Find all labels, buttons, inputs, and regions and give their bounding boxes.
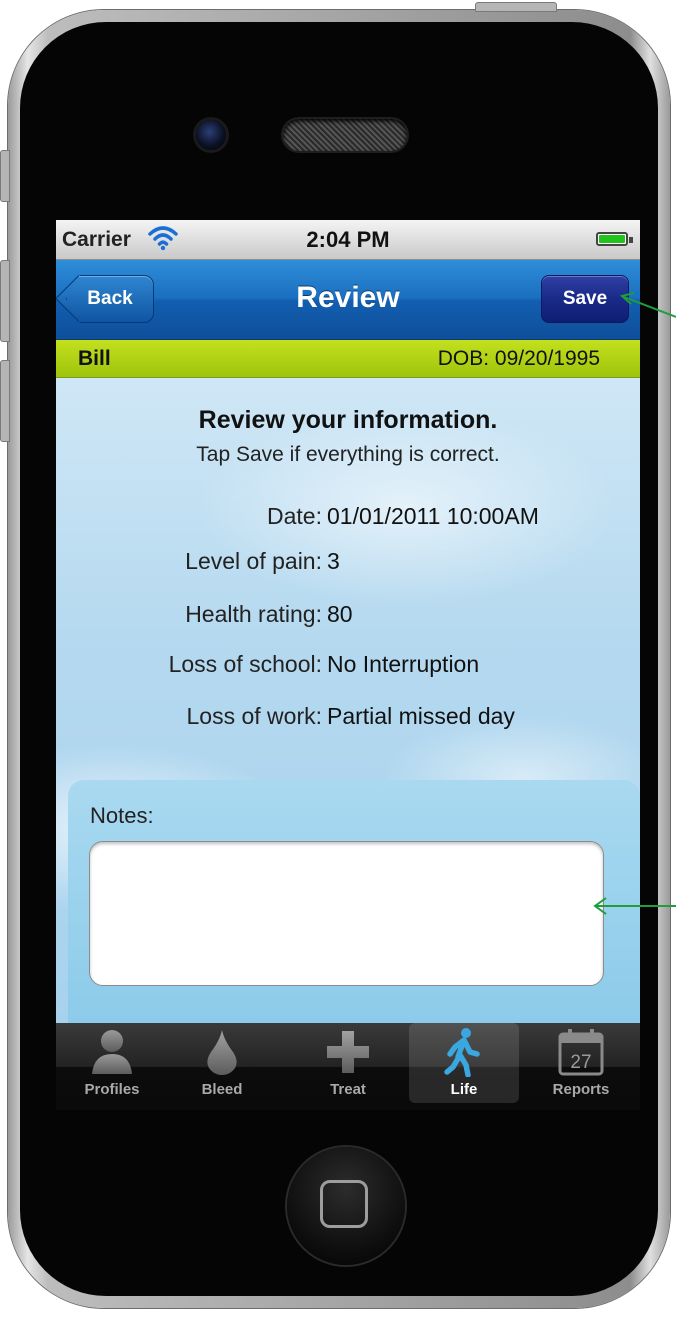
front-camera: [196, 120, 226, 150]
home-button[interactable]: [287, 1147, 405, 1265]
profile-name: Bill: [78, 347, 111, 370]
silent-switch: [0, 150, 10, 202]
field-row-health-rating: Health rating: 80: [56, 601, 640, 631]
field-value: 3: [327, 548, 340, 574]
app-screen: Carrier 2:04 PM Back Review Save Bill DO…: [56, 220, 640, 1110]
notes-panel: Notes:: [68, 780, 640, 1023]
tab-reports[interactable]: 27 Reports: [526, 1023, 636, 1103]
home-button-icon: [320, 1180, 368, 1228]
field-value: 01/01/2011 10:00AM: [327, 503, 539, 529]
field-row-date: Date: 01/01/2011 10:00AM: [56, 503, 640, 533]
volume-up-button: [0, 260, 10, 342]
calendar-day-number: 27: [570, 1052, 591, 1073]
tab-label: Life: [450, 1081, 478, 1098]
annotation-arrow-save: [619, 292, 676, 318]
tab-life[interactable]: Life: [409, 1023, 519, 1103]
field-row-loss-of-school: Loss of school: No Interruption: [56, 651, 640, 681]
field-value: 80: [327, 601, 353, 627]
field-label: Loss of work:: [186, 703, 323, 729]
review-content: Review your information. Tap Save if eve…: [56, 378, 640, 1023]
sleep-button: [475, 2, 557, 12]
navigation-bar: Back Review Save: [56, 260, 640, 340]
tab-label: Treat: [330, 1081, 366, 1098]
battery-tip: [629, 237, 633, 243]
tab-label: Reports: [552, 1081, 610, 1098]
earpiece-speaker: [283, 119, 407, 151]
calendar-icon: 27: [526, 1027, 636, 1077]
walking-person-icon: [409, 1027, 519, 1077]
tab-profiles[interactable]: Profiles: [57, 1023, 167, 1103]
save-button[interactable]: Save: [541, 275, 629, 323]
field-value: No Interruption: [327, 651, 480, 677]
status-bar: Carrier 2:04 PM: [56, 220, 640, 260]
tab-bleed[interactable]: Bleed: [167, 1023, 277, 1103]
annotation-arrow-notes: [593, 897, 676, 915]
review-heading: Review your information.: [198, 406, 498, 434]
field-value: Partial missed day: [327, 703, 515, 729]
field-label: Date:: [267, 503, 322, 529]
notes-textarea[interactable]: [89, 841, 604, 986]
tab-label: Bleed: [201, 1081, 243, 1098]
person-icon: [57, 1027, 167, 1077]
drop-icon: [167, 1027, 277, 1077]
tab-treat[interactable]: Treat: [293, 1023, 403, 1103]
notes-label: Notes:: [90, 803, 154, 828]
status-time: 2:04 PM: [306, 227, 390, 252]
review-subheading: Tap Save if everything is correct.: [196, 443, 500, 466]
field-row-level-of-pain: Level of pain: 3: [56, 548, 640, 578]
field-label: Loss of school:: [168, 651, 322, 677]
cross-icon: [293, 1027, 403, 1077]
tab-label: Profiles: [84, 1081, 140, 1098]
tab-bar: Profiles Bleed Treat Life 27 Reports: [56, 1023, 640, 1110]
field-label: Health rating:: [185, 601, 322, 627]
volume-down-button: [0, 360, 10, 442]
field-label: Level of pain:: [185, 548, 322, 574]
field-row-loss-of-work: Loss of work: Partial missed day: [56, 703, 640, 733]
profile-bar: Bill DOB: 09/20/1995: [56, 340, 640, 378]
profile-dob: DOB: 09/20/1995: [437, 347, 600, 370]
battery-icon: [596, 232, 628, 246]
